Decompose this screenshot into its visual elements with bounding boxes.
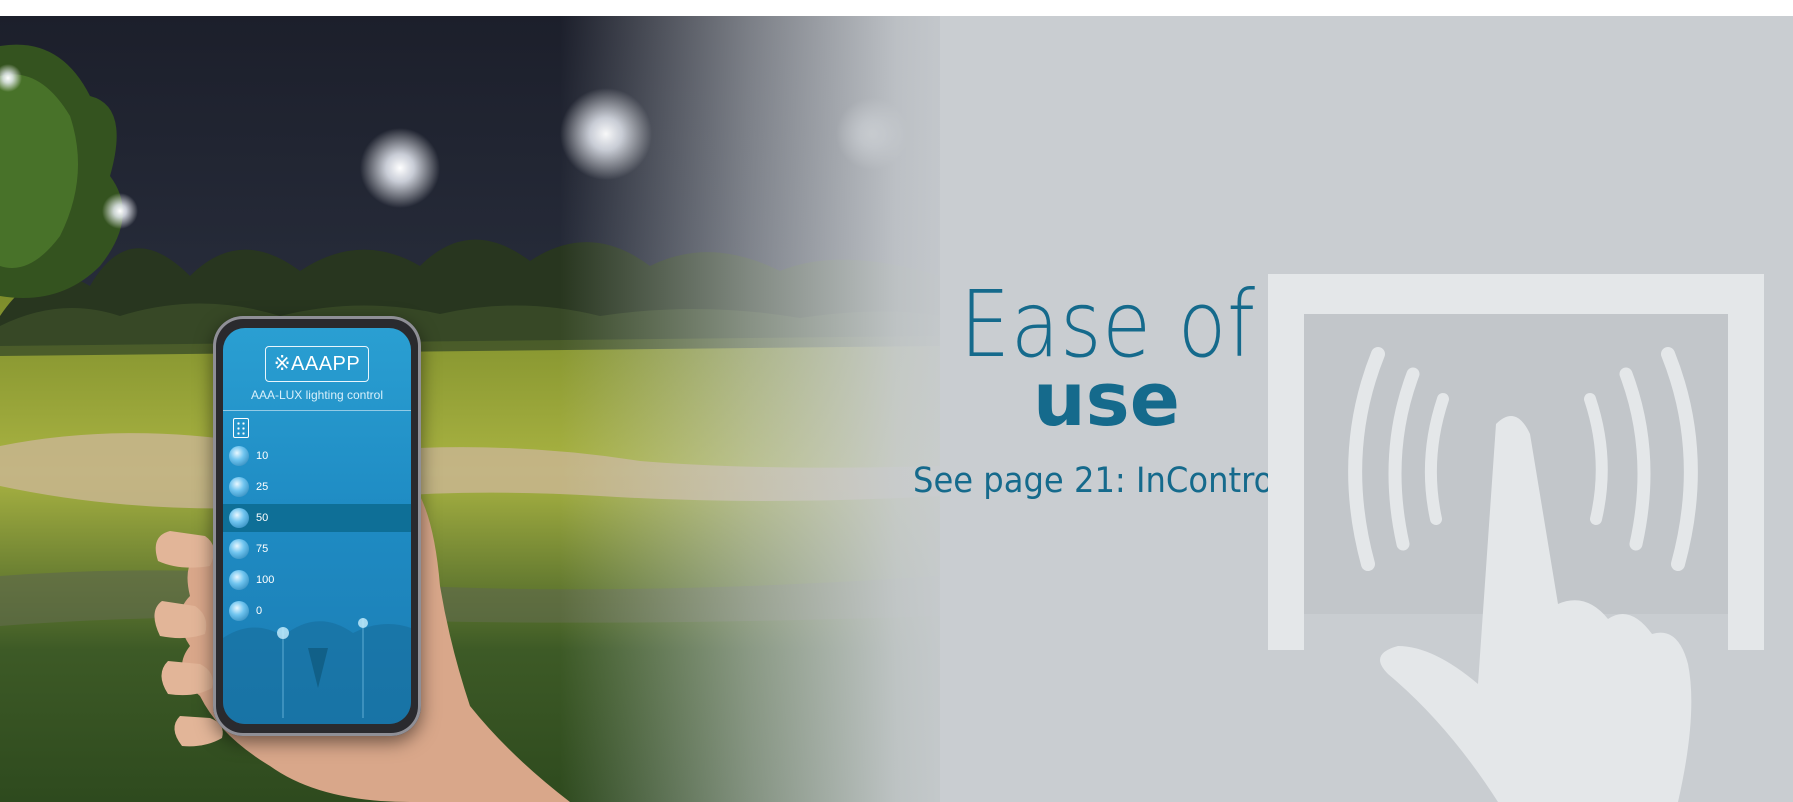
smartphone: ※AAAPP AAA-LUX lighting control 10 25 50… [213, 316, 421, 736]
lighting-level-value: 25 [256, 481, 269, 493]
headline-emphasis: use [1033, 357, 1180, 443]
lighting-level-row-selected[interactable]: 50 [223, 504, 411, 532]
keypad-icon[interactable] [233, 418, 249, 438]
top-white-strip [0, 0, 1793, 16]
light-bulb-icon [229, 508, 249, 528]
lighting-level-value: 75 [256, 543, 269, 555]
app-background-illustration [223, 618, 411, 724]
lighting-level-row[interactable]: 10 [223, 442, 411, 470]
light-bulb-icon [229, 446, 249, 466]
photo-fade-overlay [560, 16, 980, 802]
app-divider [223, 410, 411, 411]
banner: ※AAAPP AAA-LUX lighting control 10 25 50… [0, 16, 1793, 802]
lighting-level-row[interactable]: 75 [223, 535, 411, 563]
page-reference-link[interactable]: See page 21: InControl [913, 461, 1282, 501]
light-bulb-icon [229, 539, 249, 559]
lighting-level-value: 10 [256, 450, 269, 462]
app-logo: ※AAAPP [265, 346, 369, 382]
hand-tapping-screen-icon [1268, 274, 1764, 802]
phone-screen: ※AAAPP AAA-LUX lighting control 10 25 50… [223, 328, 411, 724]
lighting-level-row[interactable]: 25 [223, 473, 411, 501]
lighting-level-value: 50 [256, 512, 269, 524]
light-bulb-icon [229, 477, 249, 497]
app-subtitle: AAA-LUX lighting control [250, 388, 384, 402]
